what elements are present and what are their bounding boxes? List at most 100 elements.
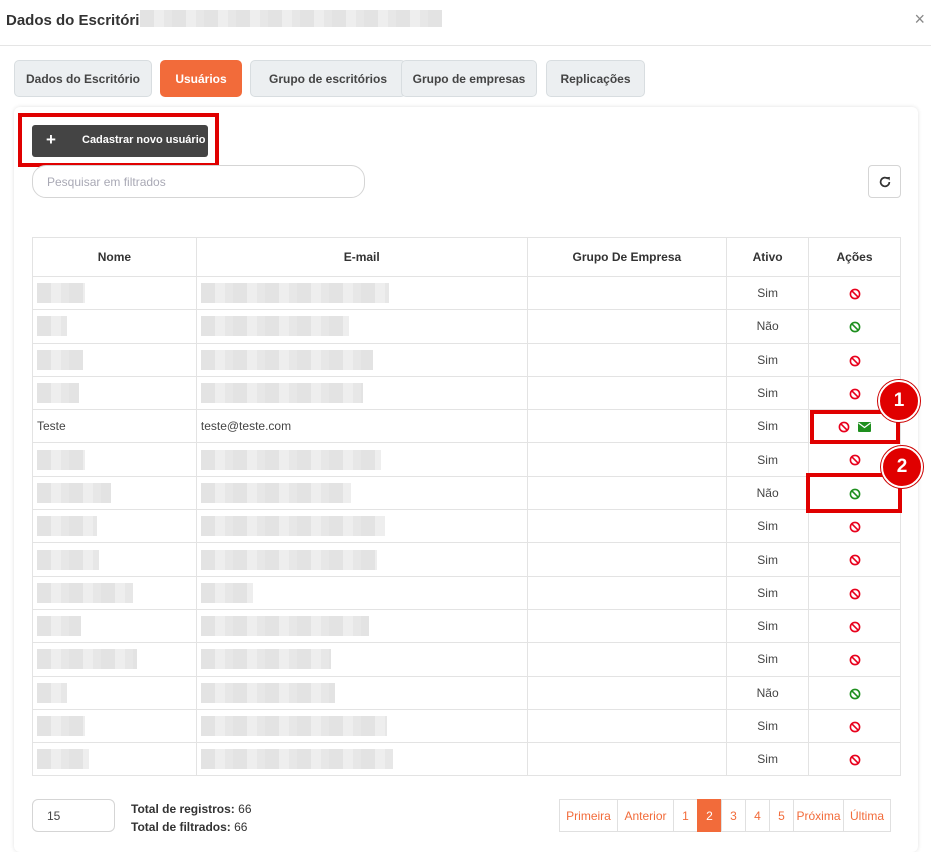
cell-email [195,342,528,377]
page-previous[interactable]: Anterior [617,799,674,832]
redacted-email [200,682,335,703]
cell-nome [32,742,197,777]
cell-acoes [808,742,901,777]
tab-dados-do-escritorio[interactable]: Dados do Escritório [14,60,152,97]
cell-ativo: Não [726,475,810,511]
redacted-nome [37,283,85,304]
redacted-email [200,616,369,637]
cell-ativo: Sim [726,642,810,677]
table-row: Sim [32,575,901,610]
cell-nome [32,608,197,644]
cell-grupo [526,442,728,477]
redacted-nome [37,449,85,470]
redacted-email [200,283,389,304]
cell-ativo: Sim [726,608,810,644]
deactivate-user-icon[interactable] [849,588,861,600]
redacted-email [200,649,331,670]
table-header-row: Nome E-mail Grupo De Empresa Ativo Ações [32,237,901,277]
total-filtrados-value: 66 [234,820,248,834]
cell-grupo [526,708,728,744]
total-registros-label: Total de registros: [131,802,235,816]
cell-nome [32,708,197,744]
deactivate-user-icon[interactable] [849,288,861,300]
deactivate-user-icon[interactable] [838,421,850,433]
deactivate-user-icon[interactable] [849,754,861,766]
table-row: Sim [32,342,901,377]
redacted-email [200,449,381,470]
cell-ativo: Sim [726,442,810,477]
redacted-nome [37,749,89,770]
page-size-input[interactable] [32,799,115,832]
deactivate-user-icon[interactable] [849,554,861,566]
activate-user-icon[interactable] [849,688,861,700]
tab-replicacoes[interactable]: Replicações [546,60,645,97]
add-user-button[interactable]: + Cadastrar novo usuário [32,125,208,157]
cell-email [195,608,528,644]
search-input[interactable] [32,165,365,198]
redacted-email [200,349,373,370]
cell-nome [32,675,197,710]
deactivate-user-icon[interactable] [849,621,861,633]
cell-email [195,708,528,744]
cell-nome [32,309,197,344]
cell-nome [32,275,197,311]
header-nome: Nome [32,237,197,277]
deactivate-user-icon[interactable] [849,355,861,367]
total-filtrados-label: Total de filtrados: [131,820,231,834]
tab-usuarios[interactable]: Usuários [160,60,242,97]
cell-email [195,742,528,777]
tab-grupo-de-escritorios[interactable]: Grupo de escritórios [250,60,406,97]
send-email-icon[interactable] [858,422,872,433]
close-button[interactable]: × [914,10,925,28]
cell-grupo [526,275,728,311]
cell-email: teste@teste.com [195,409,528,444]
cell-grupo [526,342,728,377]
tab-grupo-de-empresas[interactable]: Grupo de empresas [401,60,537,97]
activate-user-icon[interactable] [849,488,861,500]
cell-acoes [808,309,901,344]
redacted-email [200,516,385,537]
page-4[interactable]: 4 [745,799,770,832]
cell-grupo [526,309,728,344]
page-first[interactable]: Primeira [559,799,618,832]
cell-nome [32,575,197,610]
table-row: Sim [32,275,901,311]
page-last[interactable]: Última [843,799,891,832]
deactivate-user-icon[interactable] [849,388,861,400]
page-1[interactable]: 1 [673,799,698,832]
page-5[interactable]: 5 [769,799,794,832]
cell-ativo: Sim [726,742,810,777]
header-email: E-mail [195,237,528,277]
cell-ativo: Não [726,309,810,344]
table-row: Sim [32,542,901,577]
deactivate-user-icon[interactable] [849,654,861,666]
activate-user-icon[interactable] [849,321,861,333]
annotation-badge-2: 2 [881,446,923,488]
cell-grupo [526,409,728,444]
table-row: Sim [32,509,901,544]
redacted-nome [37,649,137,670]
cell-ativo: Sim [726,342,810,377]
cell-acoes [808,542,901,577]
cell-acoes [808,275,901,311]
deactivate-user-icon[interactable] [849,521,861,533]
users-table: Nome E-mail Grupo De Empresa Ativo Ações… [32,237,901,777]
redacted-nome [37,383,79,404]
redacted-nome [37,482,111,503]
deactivate-user-icon[interactable] [849,454,861,466]
cell-ativo: Sim [726,542,810,577]
page-2[interactable]: 2 [697,799,722,832]
cell-nome [32,475,197,511]
cell-acoes [808,575,901,610]
page-next[interactable]: Próxima [793,799,844,832]
add-user-label: Cadastrar novo usuário [82,134,206,146]
cell-grupo [526,475,728,511]
table-row: Sim [32,375,901,411]
page-3[interactable]: 3 [721,799,746,832]
redacted-nome [37,316,67,337]
cell-email [195,542,528,577]
deactivate-user-icon[interactable] [849,721,861,733]
refresh-button[interactable] [868,165,901,198]
redacted-email [200,582,253,603]
cell-ativo: Sim [726,509,810,544]
